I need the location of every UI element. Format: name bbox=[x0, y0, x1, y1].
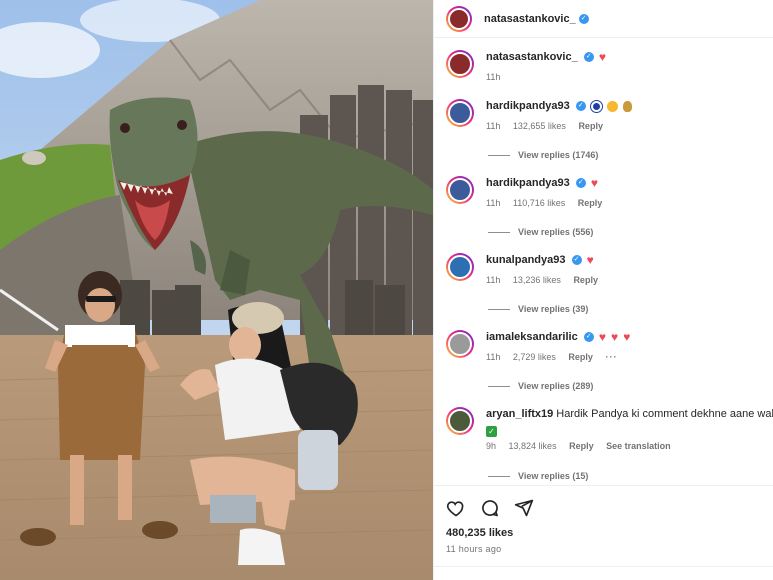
red-heart-icon: ♥ bbox=[598, 330, 606, 345]
commenter-avatar[interactable] bbox=[446, 99, 474, 127]
verified-icon: ✓ bbox=[575, 178, 586, 189]
reply-button[interactable]: Reply bbox=[578, 121, 603, 131]
comment-username[interactable]: hardikpandya93 bbox=[486, 177, 570, 189]
post-header: natasastankovic_ ✓ bbox=[434, 0, 773, 38]
comment-icon[interactable] bbox=[480, 498, 500, 518]
verified-icon: ✓ bbox=[583, 332, 594, 343]
red-heart-icon: ♥ bbox=[623, 330, 631, 345]
caption-time: 11h bbox=[486, 72, 501, 83]
reply-button[interactable]: Reply bbox=[568, 352, 593, 362]
comment-time: 11h bbox=[486, 275, 501, 286]
comment-username[interactable]: kunalpandya93 bbox=[486, 254, 565, 266]
author-avatar[interactable] bbox=[446, 5, 472, 32]
comment-time: 9h bbox=[486, 441, 497, 451]
money-bag-icon bbox=[623, 100, 633, 112]
share-icon[interactable] bbox=[514, 498, 534, 518]
comment-time: 11h bbox=[486, 121, 501, 131]
commenter-avatar[interactable] bbox=[446, 253, 474, 281]
view-replies-button[interactable]: View replies (556) bbox=[488, 227, 593, 237]
reply-button[interactable]: Reply bbox=[569, 441, 594, 451]
see-translation-button[interactable]: See translation bbox=[606, 441, 671, 451]
heart-icon[interactable] bbox=[446, 498, 466, 518]
post-actions: 480,235 likes 11 hours ago bbox=[434, 485, 773, 554]
verified-icon: ✓ bbox=[583, 52, 594, 63]
verified-icon: ✓ bbox=[578, 13, 589, 24]
comment-username[interactable]: iamaleksandarilic bbox=[486, 331, 578, 343]
comment-likes[interactable]: 110,716 likes bbox=[513, 198, 565, 208]
comment-username[interactable]: hardikpandya93 bbox=[486, 100, 570, 112]
commenter-avatar[interactable] bbox=[446, 330, 474, 358]
comment-time: 11h bbox=[486, 198, 501, 209]
reply-button[interactable]: Reply bbox=[578, 198, 603, 208]
comment-likes[interactable]: 13,824 likes bbox=[509, 441, 557, 451]
view-replies-button[interactable]: View replies (39) bbox=[488, 304, 588, 314]
header-username[interactable]: natasastankovic_ bbox=[484, 13, 576, 25]
view-replies-button[interactable]: View replies (289) bbox=[488, 381, 593, 391]
view-replies-button[interactable]: View replies (1746) bbox=[488, 150, 598, 160]
comment-likes[interactable]: 132,655 likes bbox=[513, 121, 566, 131]
comment-input-bar[interactable] bbox=[434, 566, 773, 580]
red-heart-icon: ♥ bbox=[611, 330, 619, 345]
commenter-avatar[interactable] bbox=[446, 407, 474, 435]
comments-panel: natasastankovic_ ✓ natasastankovic_ ✓ ♥ … bbox=[433, 0, 773, 580]
heart-eyes-icon bbox=[606, 100, 618, 112]
reply-button[interactable]: Reply bbox=[573, 275, 598, 285]
verified-icon: ✓ bbox=[575, 101, 586, 112]
comment-time: 11h bbox=[486, 352, 501, 363]
likes-count[interactable]: 480,235 likes bbox=[446, 527, 773, 539]
comment-likes[interactable]: 13,236 likes bbox=[513, 275, 561, 285]
comment-text: Hardik Pandya ki comment dekhne aane wal… bbox=[556, 408, 773, 420]
red-heart-icon: ♥ bbox=[590, 176, 599, 191]
comment-likes[interactable]: 2,729 likes bbox=[513, 352, 556, 362]
nazar-icon bbox=[590, 100, 602, 112]
dinosaur-photo bbox=[0, 0, 433, 580]
caption-meta: 11h bbox=[486, 72, 773, 82]
comment-username[interactable]: aryan_liftx19 bbox=[486, 408, 553, 420]
view-replies-button[interactable]: View replies (15) bbox=[488, 471, 588, 481]
red-heart-icon: ♥ bbox=[598, 50, 606, 65]
red-heart-icon: ♥ bbox=[586, 253, 594, 268]
caption-username[interactable]: natasastankovic_ bbox=[486, 51, 578, 63]
post-photo[interactable] bbox=[0, 0, 433, 580]
post-time: 11 hours ago bbox=[446, 544, 502, 554]
verified-icon: ✓ bbox=[571, 255, 582, 266]
check-mark-icon: ✓ bbox=[486, 426, 497, 438]
more-options-button[interactable]: ··· bbox=[605, 352, 617, 362]
commenter-avatar[interactable] bbox=[446, 176, 474, 204]
caption-avatar[interactable] bbox=[446, 50, 474, 78]
